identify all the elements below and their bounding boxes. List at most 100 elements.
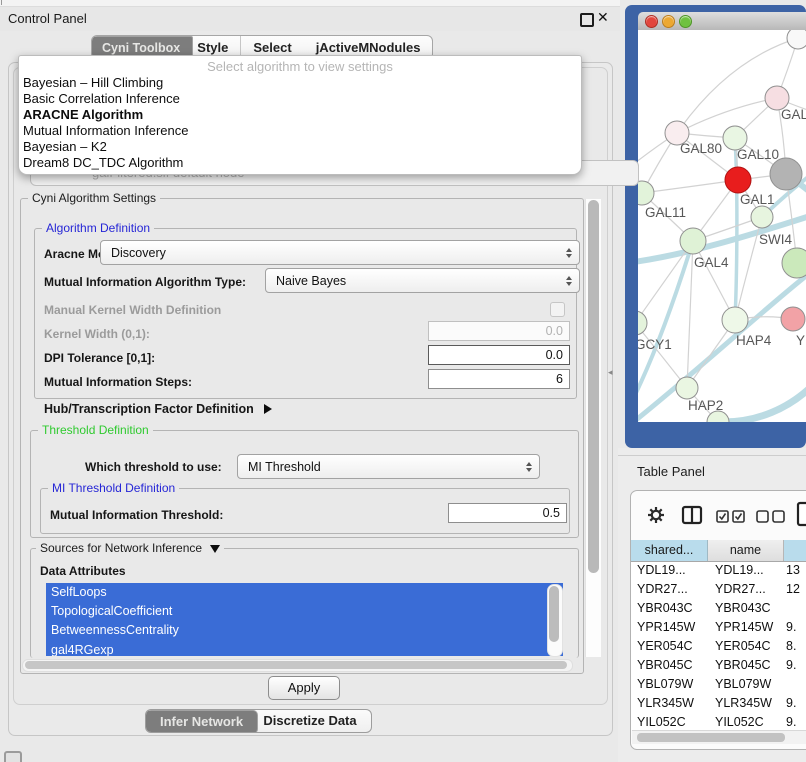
column-header-name[interactable]: name [708, 540, 784, 561]
network-node-label: HAP4 [736, 333, 772, 348]
table-row[interactable]: YDL19...YDL19...13 [631, 561, 806, 580]
document-icon[interactable] [796, 501, 806, 527]
algorithm-option[interactable]: Mutual Information Inference [19, 123, 581, 139]
corner-grip-icon[interactable] [4, 751, 22, 762]
algorithm-option[interactable]: Dream8 DC_TDC Algorithm [19, 155, 581, 171]
data-attribute-item[interactable]: SelfLoops [46, 583, 563, 602]
table-cell [782, 675, 806, 694]
table-cell: 9. [782, 656, 806, 675]
table-horizontal-scrollbar[interactable] [632, 730, 806, 744]
aracne-mode-select[interactable]: Discovery [100, 240, 580, 265]
kernel-width-label: Kernel Width (0,1): [44, 327, 150, 341]
table-cell: YDR27... [707, 580, 782, 599]
close-icon[interactable]: ✕ [597, 9, 609, 26]
hub-definition-toggle[interactable]: Hub/Transcription Factor Definition [44, 402, 272, 416]
which-threshold-select[interactable]: MI Threshold [237, 454, 540, 479]
table-row[interactable]: YLR345WYLR345W9. [631, 694, 806, 713]
table-row[interactable]: YDR27...YDR27...12 [631, 580, 806, 599]
expand-right-icon [264, 404, 272, 414]
network-node[interactable] [782, 248, 806, 278]
table-row[interactable]: YER054CYER054C8. [631, 637, 806, 656]
dpi-tolerance-input[interactable] [428, 345, 570, 365]
network-node-y[interactable] [781, 307, 805, 331]
table-row[interactable]: YBR045CYBR045C9. [631, 656, 806, 675]
column-header-partial[interactable] [784, 540, 806, 561]
sources-group-title: Sources for Network Inference [40, 541, 202, 555]
network-node[interactable] [787, 30, 806, 49]
mi-threshold-input[interactable] [448, 503, 567, 523]
network-window-titlebar[interactable] [638, 12, 806, 31]
settings-vertical-scrollbar[interactable] [585, 199, 601, 657]
manual-kernel-label: Manual Kernel Width Definition [44, 303, 221, 317]
data-attributes-label: Data Attributes [40, 564, 126, 578]
table-cell: YER054C [707, 637, 782, 656]
network-node[interactable] [770, 158, 802, 190]
table-cell: YDR27... [631, 580, 707, 599]
table-cell: YLR345W [707, 694, 782, 713]
table-row[interactable]: YIL052CYIL052C9. [631, 713, 806, 730]
table-cell: YBR045C [631, 656, 707, 675]
table-header-row: shared... name [631, 540, 806, 562]
algorithm-dropdown-popup: Select algorithm to view settings Bayesi… [18, 55, 582, 175]
algorithm-option[interactable]: Basic Correlation Inference [19, 91, 581, 107]
which-threshold-label: Which threshold to use: [85, 460, 222, 474]
table-cell: 9. [782, 694, 806, 713]
application-root: Control Panel ✕ NetworkStyleSelectCyni T… [0, 0, 806, 762]
network-node-hap4[interactable] [722, 307, 748, 333]
columns-icon[interactable] [681, 505, 703, 525]
deselect-all-icon[interactable] [756, 509, 788, 523]
network-node-gal4[interactable] [680, 228, 706, 254]
data-attributes-list: SelfLoopsTopologicalCoefficientBetweenne… [46, 583, 563, 656]
threshold-definition-title: Threshold Definition [38, 423, 153, 437]
mi-type-select[interactable]: Naive Bayes [265, 268, 580, 293]
table-row[interactable]: YPR145WYPR145W9. [631, 618, 806, 637]
table-cell: YBR043C [707, 599, 782, 618]
gear-icon[interactable] [646, 505, 666, 525]
sources-group-toggle[interactable]: Sources for Network Inference [36, 541, 224, 555]
kernel-width-input[interactable] [428, 321, 570, 341]
top-strip [0, 0, 620, 7]
which-threshold-value: MI Threshold [248, 460, 321, 474]
close-traffic-light-icon[interactable] [645, 15, 658, 28]
network-node-label: GAL10 [737, 147, 779, 162]
panel-splitter-icon[interactable]: ◂ [608, 367, 613, 378]
network-node-hap2[interactable] [676, 377, 698, 399]
table-rows: YDL19...YDL19...13YDR27...YDR27...12YBR0… [631, 561, 806, 730]
settings-horizontal-scrollbar[interactable] [22, 659, 573, 672]
bottom-tab-discretize-data[interactable]: Discretize Data [248, 710, 370, 732]
algorithm-option[interactable]: Bayesian – Hill Climbing [19, 75, 581, 91]
table-row[interactable]: YBL079WYBL079W [631, 675, 806, 694]
data-attribute-item[interactable]: gal4RGexp [46, 641, 563, 656]
mi-type-label: Mutual Information Algorithm Type: [44, 275, 246, 289]
network-node-label: GAL11 [645, 205, 686, 220]
algorithm-option[interactable]: Bayesian – K2 [19, 139, 581, 155]
data-attribute-item[interactable]: BetweennessCentrality [46, 621, 563, 640]
table-cell: YIL052C [707, 713, 782, 730]
data-attribute-item[interactable]: TopologicalCoefficient [46, 602, 563, 621]
cyni-settings-group-title: Cyni Algorithm Settings [28, 191, 160, 205]
network-node-swi4[interactable] [751, 206, 773, 228]
table-row[interactable]: YBR043CYBR043C [631, 599, 806, 618]
network-node-gal1[interactable] [725, 167, 751, 193]
collapse-down-icon [210, 545, 220, 553]
table-cell: 9. [782, 618, 806, 637]
bottom-tab-infer-network[interactable]: Infer Network [146, 710, 258, 733]
manual-kernel-checkbox[interactable] [550, 302, 565, 317]
zoom-traffic-light-icon[interactable] [679, 15, 692, 28]
aracne-mode-value: Discovery [111, 246, 166, 260]
select-all-checked-icon[interactable] [716, 509, 748, 523]
network-graph: GALGAL80GAL10GAL1GAL11SWI4GAL4HAP4YGCY1H… [638, 30, 806, 422]
column-header-shared-name[interactable]: shared... [631, 540, 708, 561]
mi-steps-input[interactable] [428, 369, 570, 389]
minimize-traffic-light-icon[interactable] [662, 15, 675, 28]
algorithm-option[interactable]: ARACNE Algorithm [19, 107, 581, 123]
network-canvas[interactable]: GALGAL80GAL10GAL1GAL11SWI4GAL4HAP4YGCY1H… [638, 30, 806, 422]
apply-button[interactable]: Apply [268, 676, 340, 700]
stepper-icon [566, 276, 572, 286]
network-node-gcy1[interactable] [638, 311, 647, 335]
panel-divider [618, 455, 806, 456]
float-window-icon[interactable] [580, 13, 594, 27]
table-cell: YBR043C [631, 599, 707, 618]
algorithm-dropdown-placeholder: Select algorithm to view settings [19, 59, 581, 75]
attributes-scrollbar[interactable] [547, 584, 563, 657]
